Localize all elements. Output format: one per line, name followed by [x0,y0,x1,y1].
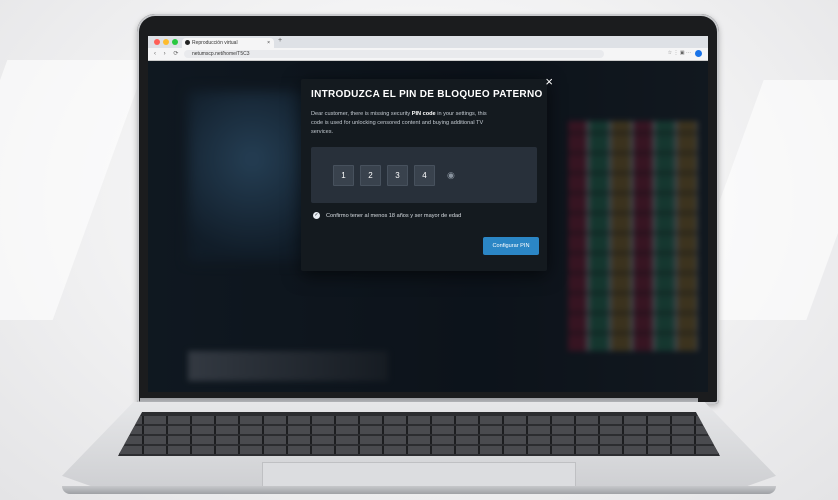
close-window-dot[interactable] [154,39,160,45]
browser-tab-bar: Reproducción virtual × + [148,36,708,48]
eye-icon[interactable]: ◉ [447,170,455,181]
desc-prefix: Dear customer, there is missing security [311,111,412,117]
keyboard-row [118,416,720,424]
page-content: × INTRODUZCA EL PIN DE BLOQUEO PATERNO D… [148,61,708,392]
checkbox-checked-icon[interactable]: ✓ [313,212,320,219]
pin-digit-field[interactable]: 1 [333,165,354,186]
pin-digits: 1 2 3 4 ◉ [333,165,455,186]
pin-input-area: 1 2 3 4 ◉ [311,147,537,203]
tab-title: Reproducción virtual [192,40,238,46]
browser-toolbar: ‹ › ⟳ netumscp.net/home/T5C3 ☆ ⋮ ▣ ⋯ [148,48,708,61]
pin-digit-field[interactable]: 3 [387,165,408,186]
maximize-window-dot[interactable] [172,39,178,45]
keyboard-row [118,446,720,454]
pin-digit-field[interactable]: 4 [414,165,435,186]
laptop-base-edge [62,486,776,494]
laptop-keyboard [118,412,720,456]
window-controls [154,39,178,45]
browser-tab[interactable]: Reproducción virtual × [182,38,274,48]
new-tab-button[interactable]: + [278,37,282,44]
toolbar-icons: ☆ ⋮ ▣ ⋯ [668,50,702,57]
configure-pin-button[interactable]: Configurar PIN [483,237,539,255]
close-icon[interactable]: × [545,75,553,88]
navigation-buttons[interactable]: ‹ › ⟳ [154,50,181,57]
favicon-icon [185,40,190,45]
extensions-icon[interactable]: ☆ ⋮ ▣ ⋯ [668,50,691,57]
keyboard-row [118,436,720,444]
address-bar[interactable]: netumscp.net/home/T5C3 [184,50,604,58]
confirm-label: Confirmo tener al menos 18 años y ser ma… [326,212,462,219]
laptop-screen: Reproducción virtual × + ‹ › ⟳ netumscp.… [148,36,708,392]
tab-close-icon[interactable]: × [267,38,270,48]
background-shape [0,60,148,320]
dialog-title: INTRODUZCA EL PIN DE BLOQUEO PATERNO [311,89,543,100]
desc-bold: PIN code [411,111,436,117]
laptop-trackpad [262,462,576,489]
keyboard-row [118,426,720,434]
pin-dialog: × INTRODUZCA EL PIN DE BLOQUEO PATERNO D… [301,75,553,271]
minimize-window-dot[interactable] [163,39,169,45]
age-confirmation[interactable]: ✓ Confirmo tener al menos 18 años y ser … [313,212,461,219]
pin-digit-field[interactable]: 2 [360,165,381,186]
profile-avatar[interactable] [695,50,702,57]
dialog-description: Dear customer, there is missing security… [311,110,489,137]
